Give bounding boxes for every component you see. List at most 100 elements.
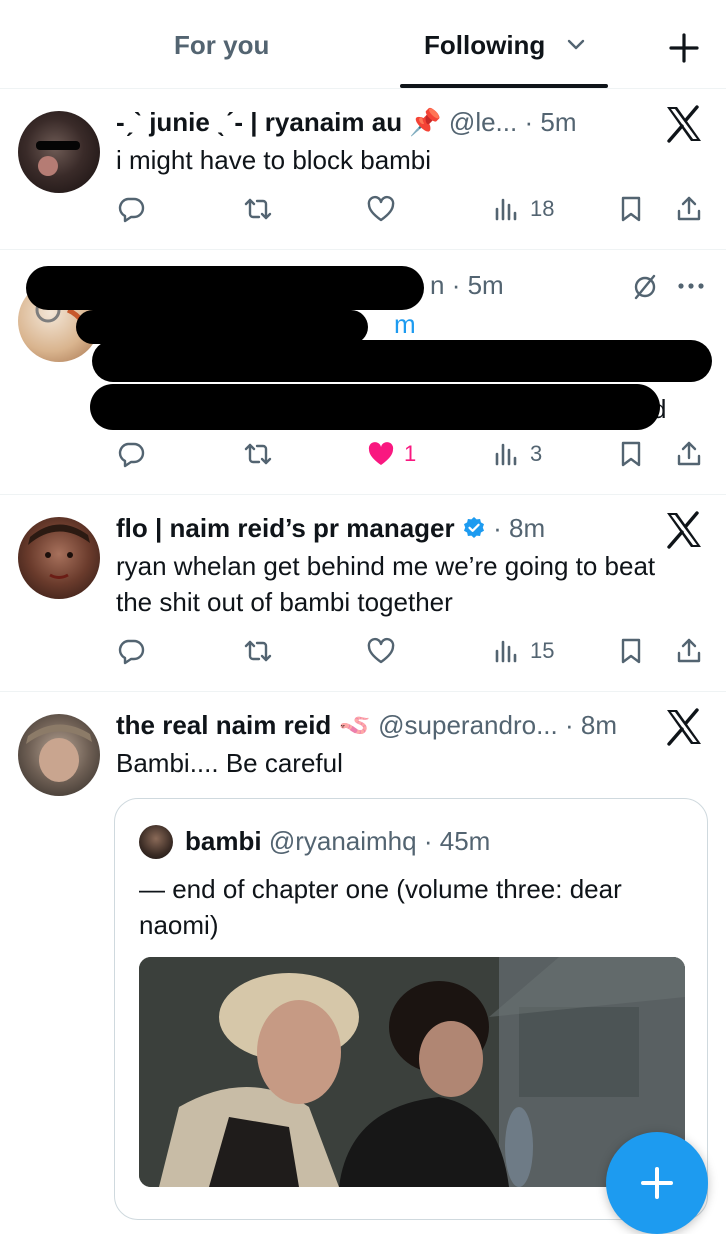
share-icon <box>674 194 704 224</box>
reply-button[interactable] <box>116 189 146 229</box>
like-button[interactable] <box>366 189 396 229</box>
views-button[interactable]: 15 <box>492 631 554 671</box>
share-button[interactable] <box>674 434 704 474</box>
chevron-down-icon[interactable] <box>566 38 586 52</box>
avatar-photo <box>26 724 92 782</box>
redaction-mark <box>90 384 660 430</box>
separator-dot: · <box>564 710 574 740</box>
display-name[interactable]: flo | naim reid’s pr manager <box>116 513 455 543</box>
redaction-mark <box>76 310 368 344</box>
quoted-media-image[interactable] <box>139 957 685 1187</box>
share-button[interactable] <box>674 631 704 671</box>
reply-context-fragment[interactable]: m <box>394 308 416 340</box>
share-button[interactable] <box>674 189 704 229</box>
tweet[interactable]: -ˏˋ junie ˎˊ- | ryanaim au 📌 @le... · 5m… <box>0 89 726 250</box>
timestamp[interactable]: 5m <box>540 107 576 137</box>
tweet[interactable]: n · 5m m d 1 3 <box>0 250 726 495</box>
x-logo-icon[interactable] <box>664 511 704 549</box>
quoted-avatar[interactable] <box>139 825 173 859</box>
tweet[interactable]: flo | naim reid’s pr manager · 8m ryan w… <box>0 495 726 692</box>
plus-icon <box>641 1167 673 1199</box>
quoted-display-name[interactable]: bambi <box>185 826 262 856</box>
views-icon <box>492 636 522 666</box>
retweet-icon <box>243 439 273 469</box>
reply-button[interactable] <box>116 631 146 671</box>
heart-filled-icon <box>366 439 396 469</box>
avatar[interactable] <box>18 714 100 796</box>
quoted-handle[interactable]: @ryanaimhq <box>269 826 417 856</box>
share-icon <box>674 439 704 469</box>
tweet-text: Bambi.... Be careful <box>116 748 343 778</box>
quoted-timestamp[interactable]: 45m <box>440 826 491 856</box>
heart-icon <box>366 194 396 224</box>
x-logo-icon[interactable] <box>664 105 704 143</box>
tab-for-you[interactable]: For you <box>174 30 269 61</box>
avatar[interactable] <box>18 111 100 193</box>
avatar-photo <box>36 141 80 176</box>
like-button[interactable] <box>366 631 396 671</box>
reply-icon <box>116 439 146 469</box>
tweet-actions: 15 <box>116 631 706 671</box>
tweet-text: ryan whelan get behind me we’re going to… <box>116 551 656 617</box>
heart-icon <box>366 636 396 666</box>
retweet-icon <box>243 636 273 666</box>
tweet-header: the real naim reid 🪱 @superandro... · 8m <box>116 709 617 741</box>
retweet-button[interactable] <box>243 631 273 671</box>
tweet-text: i might have to block bambi <box>116 145 432 175</box>
retweet-button[interactable] <box>243 434 273 474</box>
like-button[interactable]: 1 <box>366 434 416 474</box>
views-button[interactable]: 18 <box>492 189 554 229</box>
verified-badge-icon <box>463 517 484 538</box>
handle[interactable]: @superandro... <box>378 710 558 740</box>
timestamp[interactable]: · 5m <box>452 270 504 300</box>
tweet-actions: 1 3 <box>116 434 706 474</box>
reply-button[interactable] <box>116 434 146 474</box>
bookmark-button[interactable] <box>616 434 646 474</box>
tweet-header: -ˏˋ junie ˎˊ- | ryanaim au 📌 @le... · 5m <box>116 106 577 138</box>
active-tab-indicator <box>400 84 608 88</box>
x-logo-icon[interactable] <box>664 708 704 746</box>
separator-dot: · <box>493 513 502 543</box>
media-still <box>139 957 685 1187</box>
bookmark-button[interactable] <box>616 189 646 229</box>
avatar[interactable] <box>18 517 100 599</box>
bookmark-button[interactable] <box>616 631 646 671</box>
reply-icon <box>116 194 146 224</box>
display-name[interactable]: -ˏˋ junie ˎˊ- | ryanaim au 📌 <box>116 107 442 137</box>
timeline-tab-bar: For you Following <box>0 0 726 89</box>
separator-dot: · <box>524 107 534 137</box>
mute-icon[interactable] <box>630 271 660 301</box>
handle[interactable]: @le... <box>449 107 517 137</box>
more-icon[interactable] <box>676 280 706 292</box>
tab-following[interactable]: Following <box>424 30 545 61</box>
timestamp[interactable]: 8m <box>581 710 617 740</box>
bookmark-icon <box>616 194 646 224</box>
tweet-header: flo | naim reid’s pr manager · 8m <box>116 512 545 544</box>
compose-button[interactable] <box>606 1132 708 1234</box>
share-icon <box>674 636 704 666</box>
views-count: 15 <box>530 638 555 663</box>
tweet-actions: 18 <box>116 189 706 229</box>
tweet-header: n · 5m <box>430 269 504 301</box>
retweet-icon <box>243 194 273 224</box>
display-name[interactable]: the real naim reid 🪱 <box>116 710 371 740</box>
quoted-text: — end of chapter one (volume three: dear… <box>139 874 622 940</box>
views-icon <box>492 439 522 469</box>
reply-icon <box>116 636 146 666</box>
separator-dot: · <box>423 826 433 856</box>
timestamp[interactable]: 8m <box>509 513 545 543</box>
views-count: 18 <box>530 196 555 221</box>
redaction-mark <box>92 340 712 382</box>
views-icon <box>492 194 522 224</box>
add-timeline-icon[interactable] <box>666 30 702 66</box>
bookmark-icon <box>616 636 646 666</box>
bookmark-icon <box>616 439 646 469</box>
avatar-photo <box>28 524 90 579</box>
redaction-mark <box>26 266 424 310</box>
views-button[interactable]: 3 <box>492 434 542 474</box>
retweet-button[interactable] <box>243 189 273 229</box>
views-count: 3 <box>530 441 543 466</box>
quoted-header: bambi @ryanaimhq · 45m <box>185 825 490 857</box>
handle-fragment: n <box>430 270 445 300</box>
like-count: 1 <box>404 441 417 466</box>
